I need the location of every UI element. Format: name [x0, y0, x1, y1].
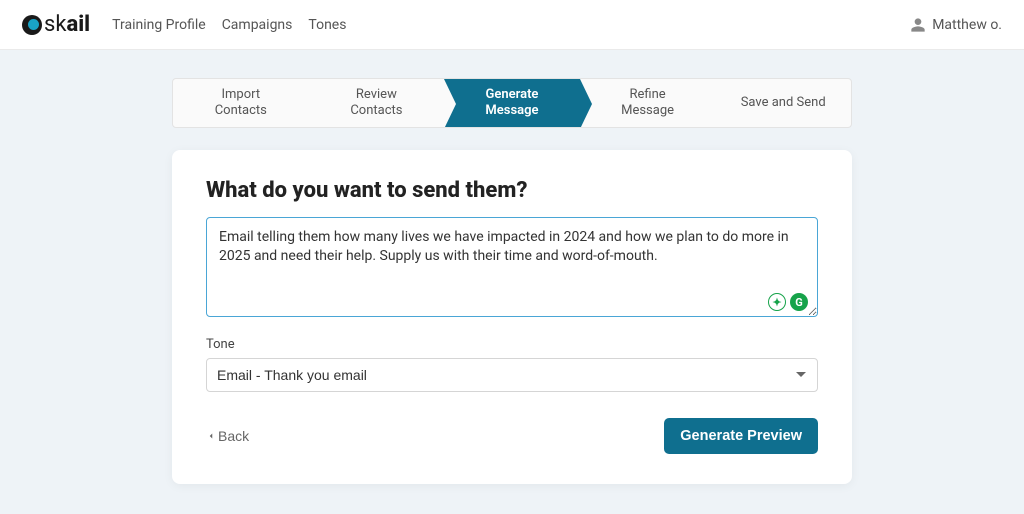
- top-nav: skail Training Profile Campaigns Tones M…: [0, 0, 1024, 50]
- nav-tones[interactable]: Tones: [308, 17, 346, 33]
- generate-message-card: What do you want to send them? ✦ G Tone …: [172, 150, 852, 484]
- user-menu[interactable]: Matthew o.: [910, 17, 1002, 33]
- brand-logo[interactable]: skail: [22, 12, 90, 37]
- message-input-wrap: ✦ G: [206, 217, 818, 321]
- generate-preview-button[interactable]: Generate Preview: [664, 418, 818, 454]
- nav-training-profile[interactable]: Training Profile: [112, 17, 206, 33]
- stepper-container: Import Contacts Review Contacts Generate…: [0, 78, 1024, 128]
- nav-left-group: skail Training Profile Campaigns Tones: [22, 12, 346, 37]
- back-button[interactable]: Back: [206, 428, 249, 444]
- back-button-label: Back: [218, 428, 249, 444]
- user-name: Matthew o.: [932, 17, 1002, 33]
- step-generate-message[interactable]: Generate Message: [444, 79, 580, 127]
- page-title: What do you want to send them?: [206, 178, 818, 203]
- user-icon: [910, 17, 926, 33]
- nav-campaigns[interactable]: Campaigns: [222, 17, 293, 33]
- logo-mark-icon: [22, 15, 42, 35]
- grammarly-icon[interactable]: G: [790, 293, 808, 311]
- step-refine-message[interactable]: Refine Message: [580, 79, 716, 127]
- suggestion-bulb-icon[interactable]: ✦: [768, 293, 786, 311]
- step-save-send[interactable]: Save and Send: [715, 79, 851, 127]
- main-card-container: What do you want to send them? ✦ G Tone …: [0, 150, 1024, 484]
- step-import-contacts[interactable]: Import Contacts: [173, 79, 309, 127]
- chevron-left-icon: [206, 431, 216, 441]
- tone-select-wrap: Email - Thank you email: [206, 358, 818, 392]
- card-footer: Back Generate Preview: [206, 418, 818, 454]
- logo-text-bold: ail: [67, 12, 91, 37]
- step-review-contacts[interactable]: Review Contacts: [309, 79, 445, 127]
- textarea-helper-icons: ✦ G: [768, 293, 808, 311]
- progress-stepper: Import Contacts Review Contacts Generate…: [172, 78, 852, 128]
- tone-label: Tone: [206, 337, 818, 352]
- tone-select[interactable]: Email - Thank you email: [206, 358, 818, 392]
- logo-text-thin: sk: [44, 12, 67, 37]
- primary-nav: Training Profile Campaigns Tones: [112, 17, 346, 33]
- message-textarea[interactable]: [206, 217, 818, 317]
